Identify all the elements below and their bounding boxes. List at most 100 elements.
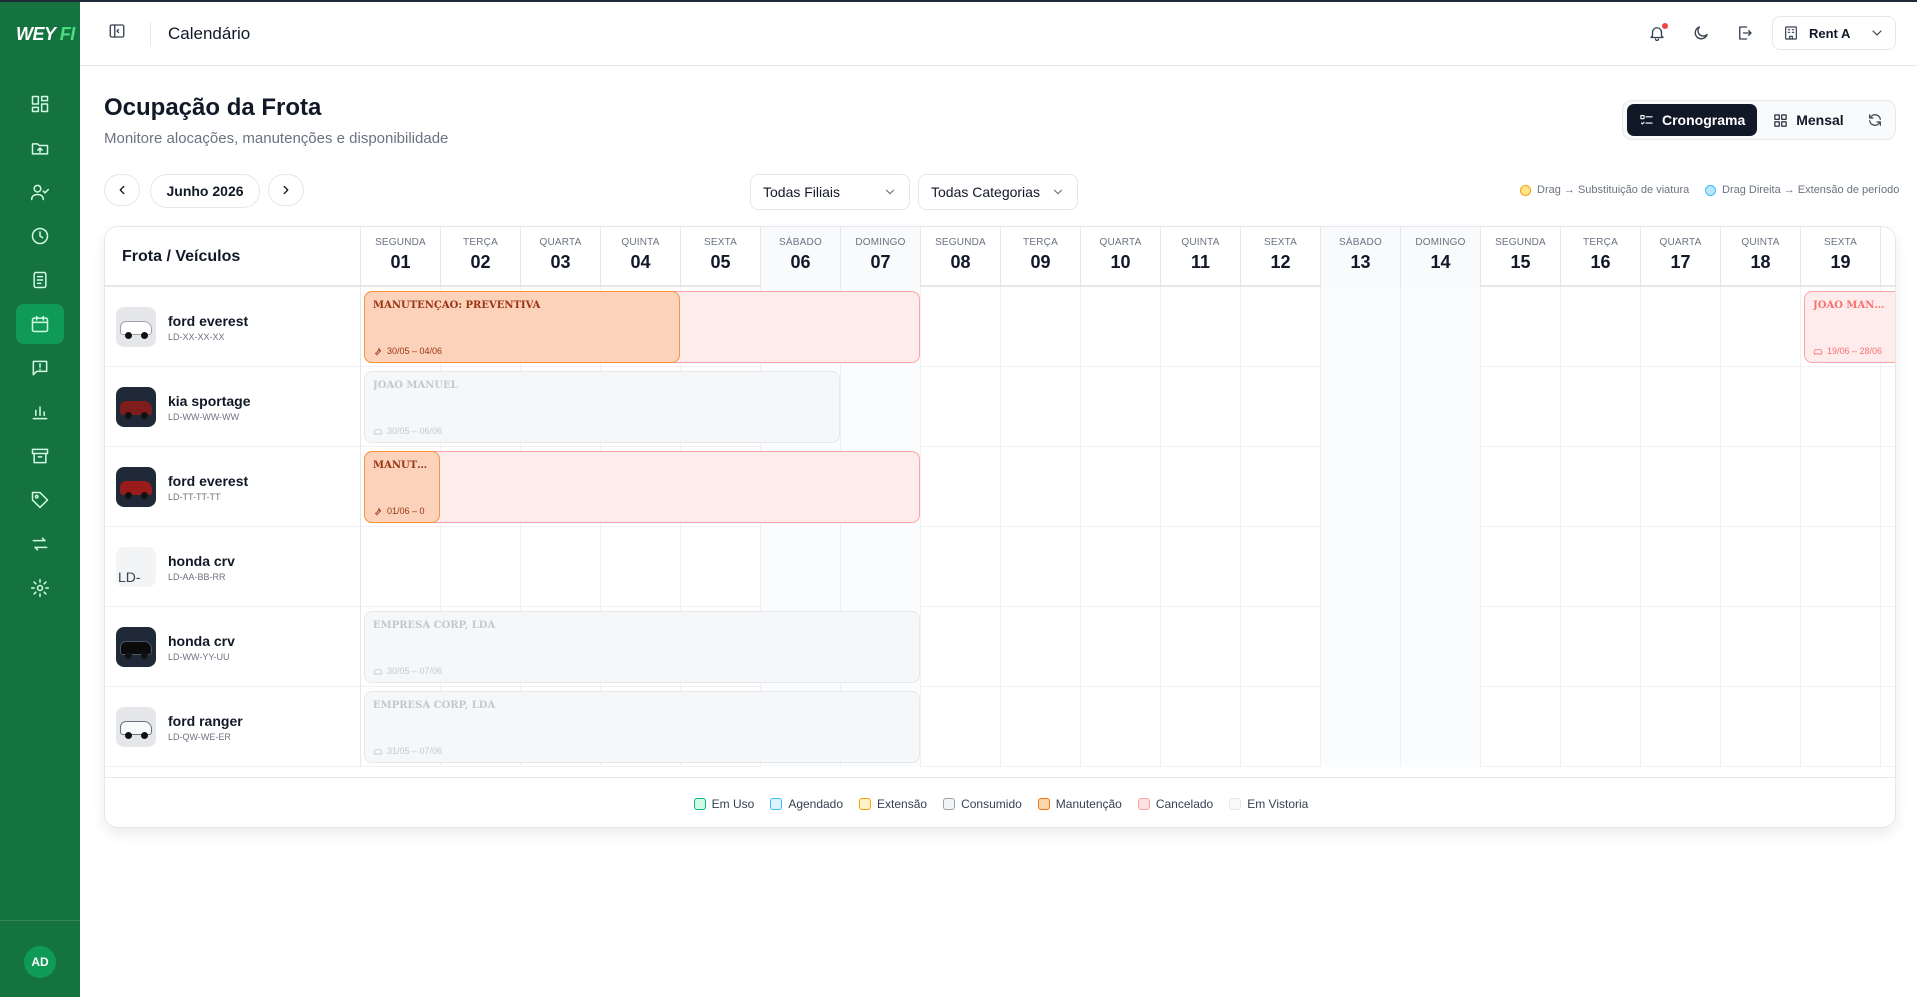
booking-consumed-bar[interactable]: EMPRESA CORP, LDA 31/05 – 07/06 — [364, 691, 920, 763]
day-cell[interactable] — [921, 447, 1001, 527]
day-cell[interactable] — [921, 527, 1001, 607]
day-cell[interactable] — [1001, 447, 1081, 527]
day-cell[interactable] — [1561, 287, 1641, 367]
day-cell[interactable] — [1801, 367, 1881, 447]
day-cell[interactable] — [1481, 527, 1561, 607]
day-cell[interactable] — [1161, 607, 1241, 687]
sidebar-item-transfers[interactable] — [16, 524, 64, 564]
day-cell[interactable] — [1801, 527, 1881, 607]
prev-month-button[interactable] — [104, 174, 140, 206]
day-cell[interactable] — [1401, 687, 1481, 767]
category-filter-select[interactable]: Todas Categorias — [918, 174, 1078, 210]
logout-button[interactable] — [1736, 24, 1756, 44]
day-cell[interactable] — [1241, 607, 1321, 687]
sidebar-item-archive[interactable] — [16, 436, 64, 476]
day-cell[interactable] — [1001, 527, 1081, 607]
day-cell[interactable] — [841, 367, 921, 447]
day-cell[interactable] — [441, 527, 521, 607]
day-cell[interactable] — [1641, 607, 1721, 687]
day-cell[interactable] — [1401, 287, 1481, 367]
day-cell[interactable] — [1561, 447, 1641, 527]
sidebar-toggle-button[interactable] — [108, 22, 130, 44]
day-cell[interactable] — [1641, 447, 1721, 527]
timeline-view-button[interactable]: Cronograma — [1627, 104, 1758, 136]
day-cell[interactable] — [1721, 527, 1801, 607]
sidebar-item-settings[interactable] — [16, 568, 64, 608]
day-cell[interactable] — [1401, 367, 1481, 447]
day-cell[interactable] — [1401, 447, 1481, 527]
day-cell[interactable] — [1641, 687, 1721, 767]
notifications-button[interactable] — [1648, 23, 1668, 44]
company-selector[interactable]: Rent A — [1772, 16, 1896, 50]
day-cell[interactable] — [1721, 287, 1801, 367]
day-cell[interactable] — [1641, 527, 1721, 607]
day-cell[interactable] — [1241, 367, 1321, 447]
theme-toggle-button[interactable] — [1692, 24, 1712, 44]
booking-cancelled-bar[interactable]: JOAO MANUEL 19/06 – 28/06 — [1804, 291, 1895, 363]
sidebar-item-dashboard[interactable] — [16, 84, 64, 124]
sidebar-item-upload[interactable] — [16, 128, 64, 168]
day-cell[interactable] — [1481, 607, 1561, 687]
app-logo[interactable]: WEY FI — [16, 24, 80, 45]
booking-consumed-bar[interactable]: JOAO MANUEL 30/05 – 06/06 — [364, 371, 840, 443]
day-cell[interactable] — [1081, 687, 1161, 767]
sidebar-item-history[interactable] — [16, 216, 64, 256]
day-cell[interactable] — [1241, 447, 1321, 527]
day-cell[interactable] — [1161, 447, 1241, 527]
day-cell[interactable] — [1081, 607, 1161, 687]
day-cell[interactable] — [1481, 687, 1561, 767]
sidebar-item-calendar[interactable] — [16, 304, 64, 344]
day-cell[interactable] — [1561, 687, 1641, 767]
day-cell[interactable] — [1721, 367, 1801, 447]
day-cell[interactable] — [1481, 287, 1561, 367]
day-cell[interactable] — [1641, 287, 1721, 367]
refresh-button[interactable] — [1860, 104, 1891, 136]
sidebar-item-contracts[interactable] — [16, 260, 64, 300]
vehicle-cell[interactable]: honda crv LD-WW-YY-UU — [105, 607, 361, 687]
day-cell[interactable] — [1401, 607, 1481, 687]
day-cell[interactable] — [681, 527, 761, 607]
vehicle-cell[interactable]: ford everest LD-TT-TT-TT — [105, 447, 361, 527]
day-cell[interactable] — [1161, 367, 1241, 447]
day-cell[interactable] — [1081, 287, 1161, 367]
vehicle-cell[interactable]: ford everest LD-XX-XX-XX — [105, 287, 361, 367]
monthly-view-button[interactable]: Mensal — [1761, 104, 1855, 136]
day-cell[interactable] — [1001, 607, 1081, 687]
day-cell[interactable] — [1561, 607, 1641, 687]
booking-maintenance-bar[interactable]: MANUTE...LDA 01/06 – 0 — [364, 451, 440, 523]
day-cell[interactable] — [1081, 447, 1161, 527]
day-cell[interactable] — [1161, 687, 1241, 767]
day-cell[interactable] — [1801, 447, 1881, 527]
day-cell[interactable] — [1321, 687, 1401, 767]
day-cell[interactable] — [1321, 527, 1401, 607]
day-cell[interactable] — [361, 527, 441, 607]
day-cell[interactable] — [1001, 367, 1081, 447]
next-month-button[interactable] — [268, 174, 304, 206]
day-cell[interactable] — [761, 527, 841, 607]
day-cell[interactable] — [1081, 527, 1161, 607]
day-cell[interactable] — [921, 287, 1001, 367]
day-cell[interactable] — [1001, 287, 1081, 367]
day-cell[interactable] — [1241, 687, 1321, 767]
day-cell[interactable] — [1161, 287, 1241, 367]
sidebar-item-clients[interactable] — [16, 172, 64, 212]
day-cell[interactable] — [1721, 447, 1801, 527]
current-month[interactable]: Junho 2026 — [150, 174, 260, 208]
day-cell[interactable] — [1721, 687, 1801, 767]
day-cell[interactable] — [1561, 527, 1641, 607]
day-cell[interactable] — [1481, 447, 1561, 527]
day-cell[interactable] — [1801, 607, 1881, 687]
booking-maintenance-bar[interactable]: MANUTENÇÃO: PREVENTIVA 30/05 – 04/06 — [364, 291, 680, 363]
sidebar-item-alerts[interactable] — [16, 348, 64, 388]
booking-consumed-bar[interactable]: EMPRESA CORP, LDA 30/05 – 07/06 — [364, 611, 920, 683]
booking-cancelled-bar[interactable] — [364, 451, 920, 523]
vehicle-cell[interactable]: kia sportage LD-WW-WW-WW — [105, 367, 361, 447]
day-cell[interactable] — [841, 527, 921, 607]
day-cell[interactable] — [1721, 607, 1801, 687]
day-cell[interactable] — [921, 607, 1001, 687]
vehicle-cell[interactable]: LD- honda crv LD-AA-BB-RR — [105, 527, 361, 607]
day-cell[interactable] — [921, 687, 1001, 767]
day-cell[interactable] — [1481, 367, 1561, 447]
day-cell[interactable] — [1401, 527, 1481, 607]
user-avatar[interactable]: AD — [24, 946, 56, 978]
